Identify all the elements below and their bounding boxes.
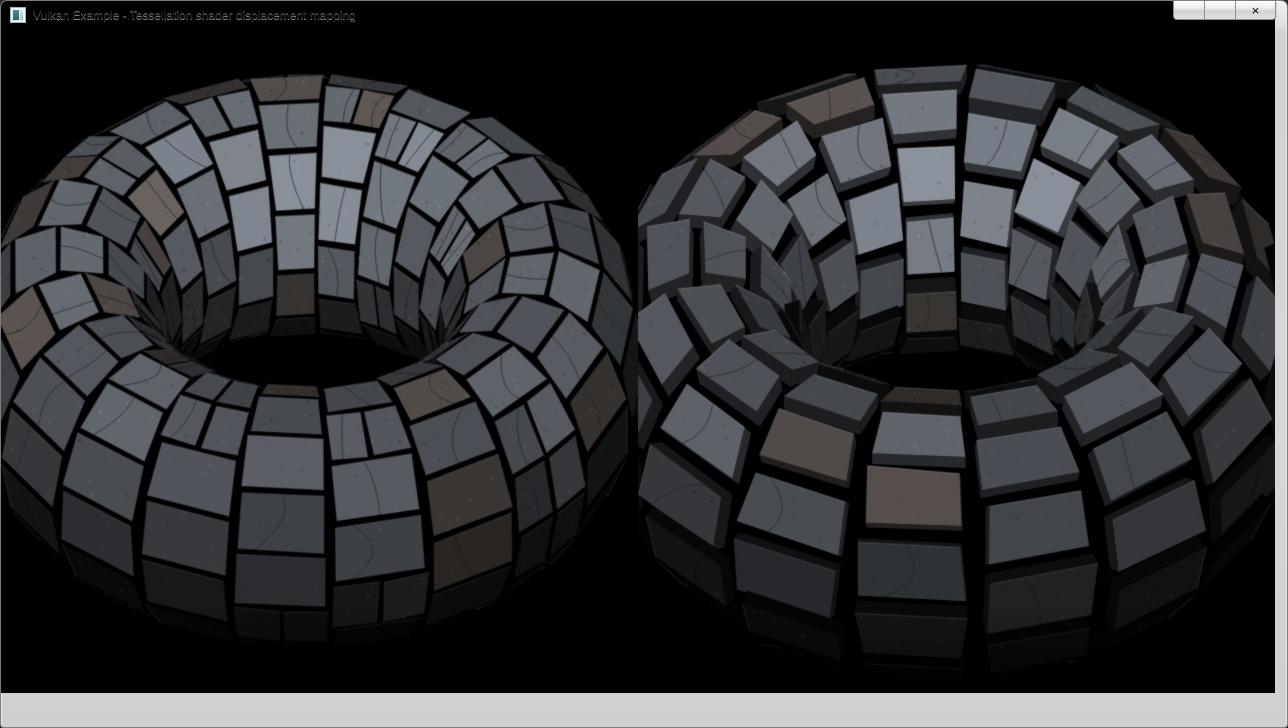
close-button[interactable]: × — [1235, 1, 1276, 20]
render-viewport[interactable] — [1, 1, 1275, 693]
app-window: Vulkan Example - Tessellation shader dis… — [0, 0, 1288, 728]
maximize-button[interactable] — [1204, 1, 1235, 20]
window-title: Vulkan Example - Tessellation shader dis… — [33, 8, 356, 22]
minimize-button[interactable] — [1173, 1, 1204, 20]
render-client-area — [1, 1, 1287, 698]
vulkan-app-icon — [10, 7, 26, 23]
caption-buttons: × — [1173, 1, 1276, 20]
title-bar[interactable]: Vulkan Example - Tessellation shader dis… — [1, 1, 1287, 29]
close-icon: × — [1252, 3, 1260, 18]
